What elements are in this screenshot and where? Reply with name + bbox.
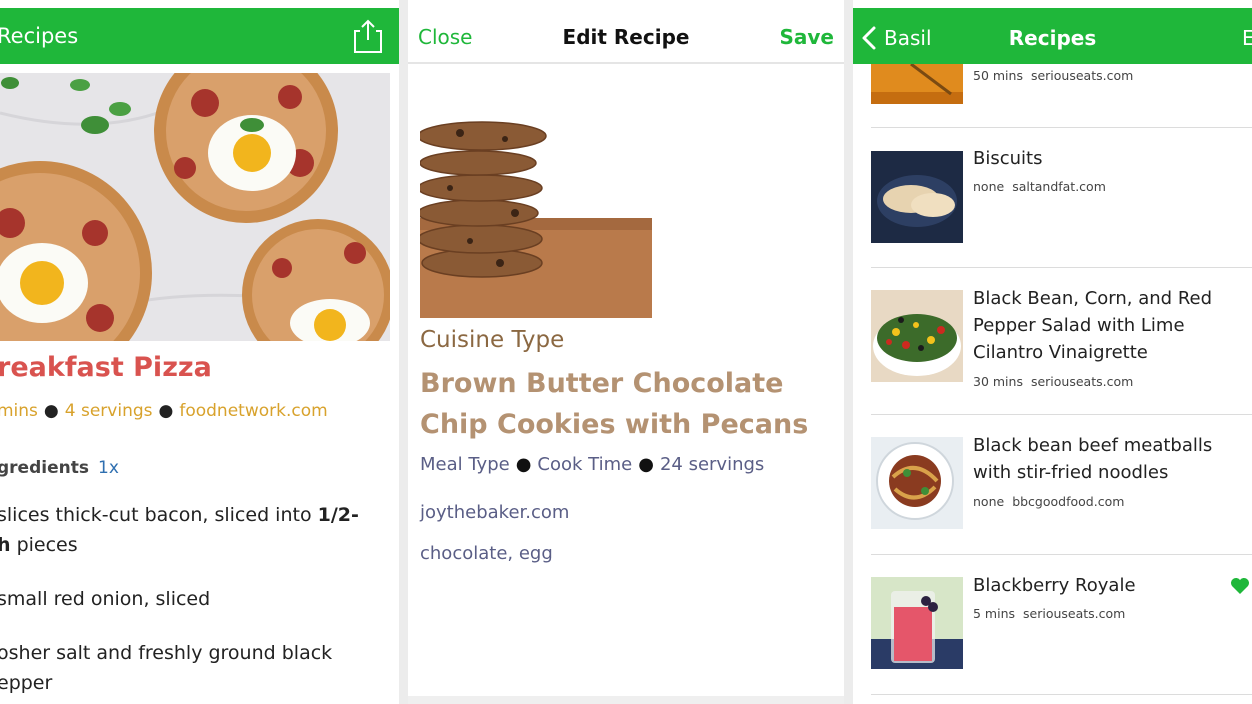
source-field[interactable]: joythebaker.com [420,502,569,523]
servings-field[interactable]: 24 servings [660,454,764,475]
ingredients-heading: gredients [0,458,89,478]
cook-time-field[interactable]: Cook Time [537,454,632,475]
header-divider [408,62,844,64]
nav-back-label[interactable]: Recipes [0,24,78,48]
share-icon[interactable] [351,18,385,54]
recipe-time: none [973,494,1005,509]
recipe-list-item[interactable]: 50 mins seriouseats.com [871,64,1252,128]
recipe-source: seriouseats.com [1030,68,1134,83]
recipe-list-panel: Basil Recipes E 50 mins seriouseats.com B… [853,0,1252,704]
recipe-title-field[interactable]: Brown Butter Chocolate Chip Cookies with… [420,363,840,445]
recipe-name: Blackberry Royale [973,575,1136,596]
ingredient-item: slices thick-cut bacon, sliced into 1/2-… [0,504,359,556]
nav-bar: Basil Recipes E [853,8,1252,64]
favorite-heart-icon[interactable] [1230,577,1250,595]
recipe-meta: mins ● 4 servings ● foodnetwork.com [0,401,328,421]
recipe-list-item[interactable]: Blackberry Royale 5 mins seriouseats.com [871,555,1252,695]
recipe-servings: 4 servings [64,401,153,421]
recipe-source-link[interactable]: foodnetwork.com [179,401,327,421]
ingredient-item: small red onion, sliced [0,588,211,610]
recipe-detail-panel: Recipes reakfast Pizza mins ● 4 servings… [0,0,399,704]
recipe-photo [0,73,390,341]
recipe-source: seriouseats.com [1030,374,1134,389]
recipe-thumbnail [871,577,963,669]
recipe-thumbnail [871,437,963,529]
recipe-name: Biscuits [973,148,1043,169]
recipe-photo[interactable] [420,113,652,318]
recipe-time: mins [0,401,38,421]
ingredient-item: osher salt and freshly ground black eppe… [0,642,333,694]
recipe-source: saltandfat.com [1012,179,1106,194]
close-button[interactable]: Close [418,25,472,49]
nav-bar: Recipes [0,8,399,64]
panel-divider [399,0,408,704]
panel-divider [844,0,853,704]
recipe-list-item[interactable]: Black bean beef meatballs with stir-frie… [871,415,1252,555]
recipe-time: none [973,179,1005,194]
recipe-source: bbcgoodfood.com [1012,494,1125,509]
recipe-time: 30 mins [973,374,1023,389]
recipe-source: seriouseats.com [1023,606,1126,621]
ingredients-multiplier[interactable]: 1x [98,458,119,478]
recipe-time: 5 mins [973,606,1016,621]
save-button[interactable]: Save [779,25,834,49]
bottom-divider [408,696,844,704]
recipe-time: 50 mins [973,68,1023,83]
recipe-thumbnail [871,290,963,382]
edit-button[interactable]: E [1242,26,1252,50]
recipe-title: reakfast Pizza [0,352,212,383]
recipe-list-item[interactable]: Black Bean, Corn, and Red Pepper Salad w… [871,268,1252,415]
recipe-thumbnail [871,64,963,104]
recipe-thumbnail [871,151,963,243]
recipe-meta-fields: Meal Type ● Cook Time ● 24 servings [420,454,765,475]
tags-field[interactable]: chocolate, egg [420,543,553,564]
recipe-list-item[interactable]: Biscuits none saltandfat.com [871,128,1252,268]
recipe-name: Black Bean, Corn, and Red Pepper Salad w… [973,288,1213,363]
cuisine-type-field[interactable]: Cuisine Type [420,327,564,353]
recipe-name: Black bean beef meatballs with stir-frie… [973,435,1213,483]
edit-recipe-panel: Edit Recipe Close Save Cuisine Type Brow… [408,0,844,704]
list-title: Recipes [1008,26,1097,50]
meal-type-field[interactable]: Meal Type [420,454,510,475]
